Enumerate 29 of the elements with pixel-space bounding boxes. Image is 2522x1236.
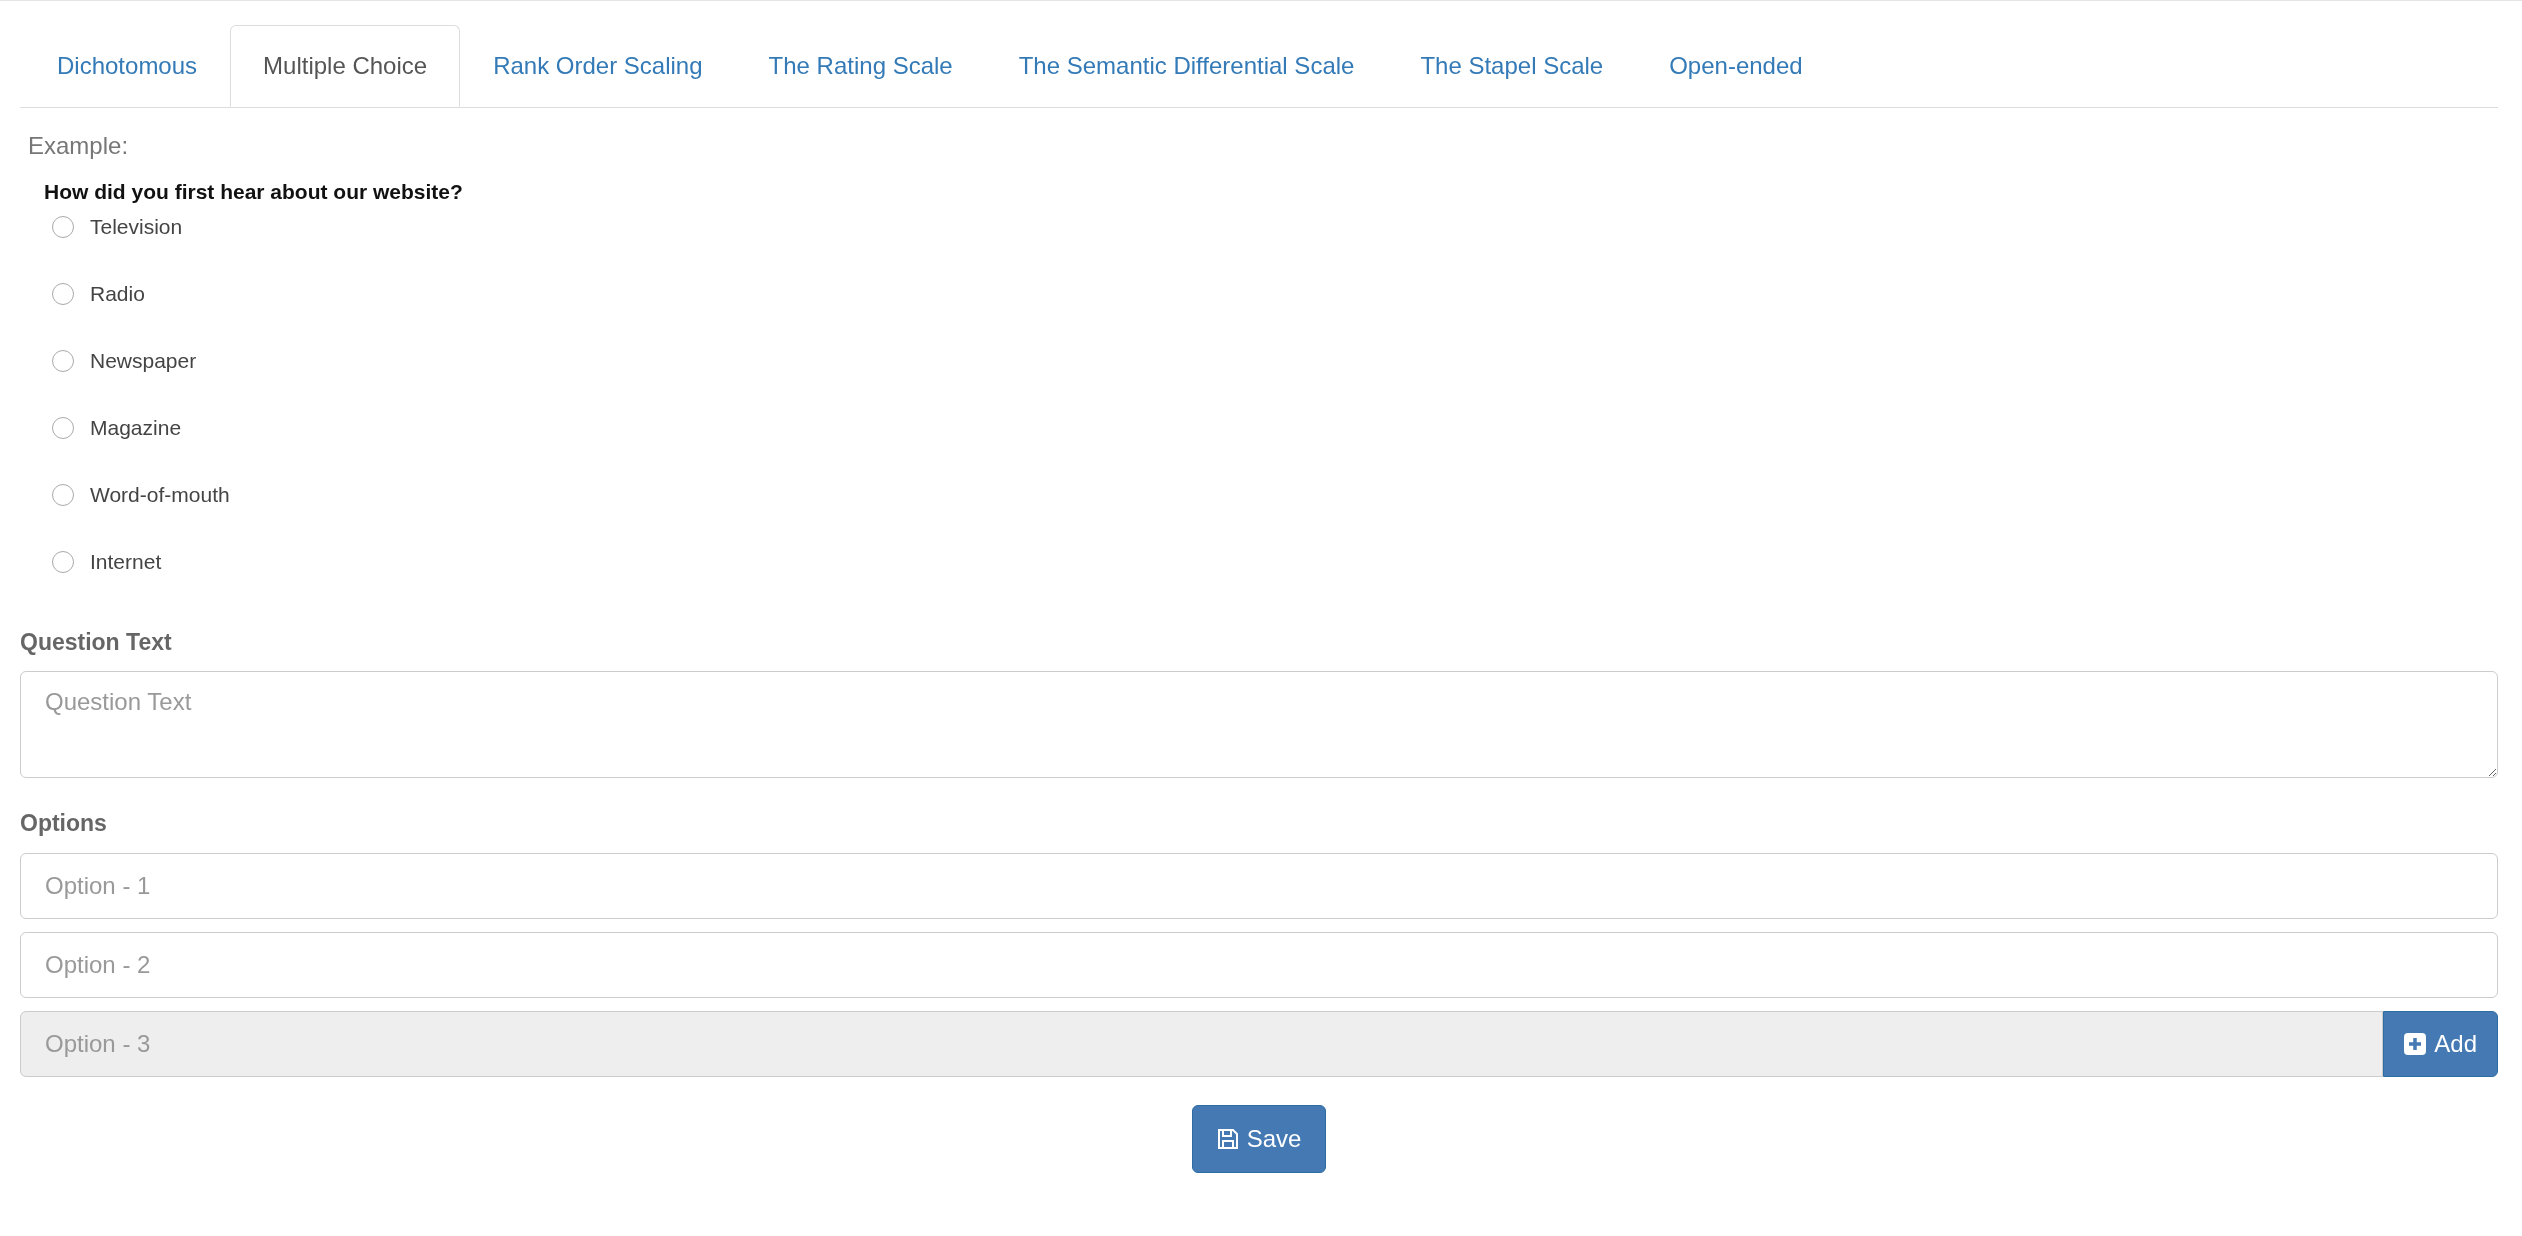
tab[interactable]: The Stapel Scale — [1387, 25, 1637, 107]
field-label: Question Text — [20, 627, 173, 657]
radio-label: Radio — [90, 280, 145, 307]
radio-label: Newspaper — [90, 347, 197, 374]
radio-button[interactable] — [52, 282, 74, 305]
option-field[interactable]: Option - 2 — [20, 931, 2498, 998]
example-question: How did you first hear about our website? — [43, 179, 464, 205]
radio-label: Word-of-mouth — [90, 481, 230, 508]
tab[interactable]: The Semantic Differential Scale — [985, 25, 1388, 107]
radio-button[interactable] — [52, 349, 74, 372]
plus-square-icon — [2404, 1032, 2427, 1055]
field-label: Options — [20, 809, 108, 838]
radio-label: Magazine — [90, 414, 182, 441]
tab[interactable]: Multiple Choice — [230, 25, 461, 107]
radio-button[interactable] — [52, 483, 74, 506]
tab[interactable]: Dichotomous — [24, 25, 231, 107]
radio-button[interactable] — [52, 215, 74, 238]
radio-label: Internet — [90, 548, 162, 575]
tab[interactable]: Rank Order Scaling — [460, 25, 736, 107]
question-text-field[interactable]: Question Text — [20, 671, 2498, 778]
example-heading: Example: — [28, 131, 130, 161]
option-field[interactable]: Option - 1 — [20, 852, 2498, 919]
radio-label: Television — [90, 213, 183, 240]
add-button[interactable]: Add — [2383, 1010, 2498, 1077]
radio-button[interactable] — [52, 550, 74, 573]
tab[interactable]: Open-ended — [1636, 25, 1836, 107]
save-button[interactable]: Save — [1191, 1104, 1327, 1173]
tab[interactable]: The Rating Scale — [735, 25, 986, 107]
radio-button[interactable] — [52, 416, 74, 439]
